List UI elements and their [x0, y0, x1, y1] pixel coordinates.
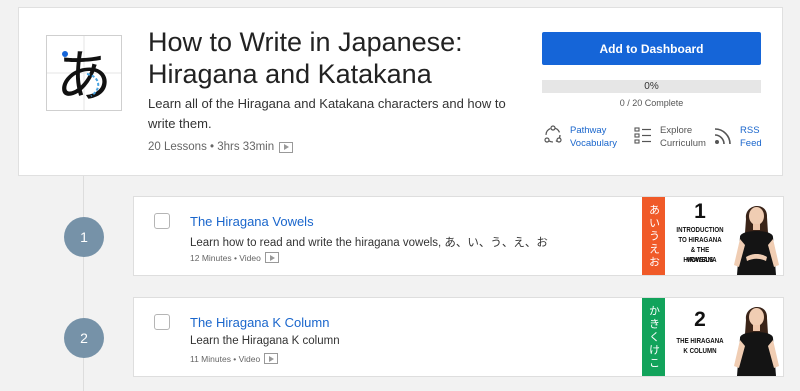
rss-icon: [714, 128, 731, 145]
rss-link-line-1: RSS: [740, 125, 760, 136]
pathway-vocabulary-link[interactable]: Pathway Vocabulary: [543, 124, 617, 150]
lesson-card[interactable]: The Hiragana Vowels Learn how to read an…: [133, 196, 784, 276]
lesson-thumbnail[interactable]: かきくけこ 2 THE HIRAGANA K COLUMN: [642, 298, 783, 376]
add-to-dashboard-button[interactable]: Add to Dashboard: [542, 32, 761, 65]
timeline-line: [83, 176, 84, 391]
course-progress-percent: 0%: [644, 81, 659, 92]
video-icon: [264, 252, 279, 263]
explore-curriculum-link[interactable]: Explore Curriculum: [633, 124, 706, 150]
course-meta: 20 Lessons • 3hrs 33min: [148, 141, 294, 153]
lesson-number-badge: 2: [64, 318, 104, 358]
lesson-meta-text: 12 Minutes • Video: [190, 252, 261, 263]
course-title-line-2: Hiragana and Katakana: [148, 59, 432, 89]
rss-link-line-2: Feed: [740, 138, 762, 149]
video-icon: [279, 141, 294, 153]
course-title: How to Write in Japanese: Hiragana and K…: [148, 26, 518, 90]
course-title-line-1: How to Write in Japanese:: [148, 27, 463, 57]
lesson-title-link[interactable]: The Hiragana K Column: [190, 315, 329, 330]
pathway-icon: [544, 125, 562, 143]
lesson-meta-text: 11 Minutes • Video: [190, 353, 261, 364]
lesson-card[interactable]: The Hiragana K Column Learn the Hiragana…: [133, 297, 784, 377]
thumbnail-caption-line: TO HIRAGANA: [678, 235, 722, 244]
course-progress-bar: 0%: [542, 80, 761, 93]
lesson-description: Learn the Hiragana K column: [190, 335, 340, 347]
lesson-complete-checkbox[interactable]: [154, 213, 170, 229]
pathway-link-line-1: Pathway: [570, 125, 607, 136]
lesson-description: Learn how to read and write the hiragana…: [190, 237, 548, 249]
video-icon: [264, 353, 279, 364]
explore-link-line-1: Explore: [660, 125, 693, 136]
lesson-meta: 11 Minutes • Video: [190, 353, 279, 364]
lesson-meta: 12 Minutes • Video: [190, 252, 279, 263]
explore-link-line-2: Curriculum: [660, 138, 706, 149]
thumbnail-kana-strip: あいうえお: [642, 197, 665, 275]
thumbnail-caption-line: VOWELS: [686, 255, 714, 264]
course-description: Learn all of the Hiragana and Katakana c…: [148, 96, 506, 131]
course-logo: あ: [46, 35, 122, 111]
hiragana-a-logo-icon: あ: [47, 36, 121, 110]
svg-text:あ: あ: [56, 45, 112, 110]
rss-feed-link[interactable]: RSS Feed: [713, 124, 762, 150]
thumbnail-caption-line: K COLUMN: [683, 346, 717, 355]
instructor-photo-icon: [734, 306, 779, 376]
thumbnail-number: 1: [694, 200, 706, 223]
lesson-thumbnail[interactable]: あいうえお 1 INTRODUCTION TO HIRAGANA & THE H…: [642, 197, 783, 275]
lesson-complete-checkbox[interactable]: [154, 314, 170, 330]
instructor-photo-icon: [734, 205, 779, 275]
thumbnail-caption-line: THE HIRAGANA: [676, 336, 724, 345]
course-header-card: あ How to Write in Japanese: Hiragana and…: [18, 7, 783, 176]
course-progress-count: 0 / 20 Complete: [619, 98, 684, 108]
thumbnail-caption-line: INTRODUCTION: [676, 225, 724, 234]
lesson-title-link[interactable]: The Hiragana Vowels: [190, 214, 314, 229]
pathway-link-line-2: Vocabulary: [570, 138, 618, 149]
lesson-number-badge: 1: [64, 217, 104, 257]
curriculum-list-icon: [634, 127, 651, 144]
thumbnail-kana-strip: かきくけこ: [642, 298, 665, 376]
course-meta-text: 20 Lessons • 3hrs 33min: [148, 141, 275, 153]
thumbnail-number: 2: [694, 308, 706, 331]
